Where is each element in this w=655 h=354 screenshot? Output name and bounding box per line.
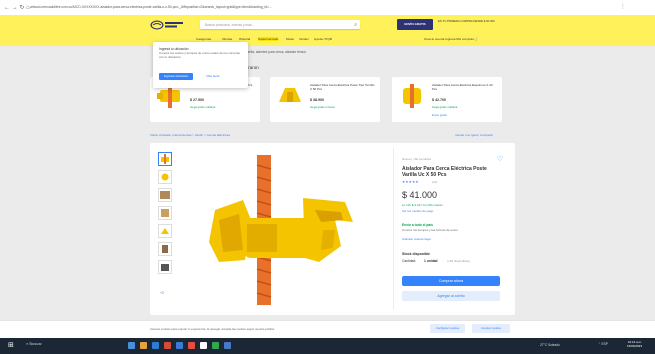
promo-text: EN TU PRIMERA COMPRA DESDE $ 60.000 xyxy=(438,19,495,23)
product-title: Aislador Para Cerca Eléctrica Poste Vari… xyxy=(402,166,487,178)
cookie-banner xyxy=(0,320,655,339)
location-popover: Ingresá tu ubicación Conocé los costos y… xyxy=(153,42,248,88)
search-bar[interactable]: Buscar productos, marcas y más... ⌕ xyxy=(200,20,360,29)
nav-ofertas[interactable]: Ofertas xyxy=(222,37,232,41)
taskbar-search[interactable]: ⌕ Buscar xyxy=(26,341,42,346)
accept-cookies-button[interactable]: Aceptar cookies xyxy=(472,324,510,333)
rec-price: $ 27.900 xyxy=(190,98,204,102)
edge-icon[interactable] xyxy=(152,342,159,349)
rec-card-2[interactable]: Aislador Para Cerca Eléctrica Poste Tipo… xyxy=(270,77,380,122)
favorite-heart-icon[interactable]: ♡ xyxy=(497,155,503,163)
rec-title[interactable]: Aislador Para Cerca Eléctrica Esquinero … xyxy=(432,83,498,92)
browser-toolbar: ← → ↻ ⌂ articulo.mercadolibre.com.co/MCO… xyxy=(0,0,655,16)
search-input[interactable]: Buscar productos, marcas y más... xyxy=(205,23,254,27)
thumbnail[interactable] xyxy=(158,224,172,238)
thumbnail[interactable] xyxy=(158,206,172,220)
chrome-icon[interactable] xyxy=(212,342,219,349)
enter-location-button[interactable]: Ingresar ubicación xyxy=(159,73,193,80)
clock-date: 15/06/2023 xyxy=(627,343,643,348)
windows-start-icon[interactable]: ⊞ xyxy=(8,341,14,349)
app-icon[interactable] xyxy=(164,342,171,349)
nav-vender[interactable]: Vender xyxy=(299,37,309,41)
product-price: $ 41.000 xyxy=(402,190,438,200)
store-icon[interactable] xyxy=(176,342,183,349)
mercadolibre-logo[interactable] xyxy=(150,19,186,31)
account-links[interactable]: Crea tu cuenta Ingresa Mis compras 🛒 xyxy=(424,37,479,41)
rec-shipping: Llega gratis mañana xyxy=(190,105,216,109)
payment-methods-link[interactable]: Ver los medios de pago xyxy=(402,209,433,213)
promo-badge[interactable]: ENVÍO GRATIS xyxy=(397,19,433,30)
breadcrumb[interactable]: Volver al listado | Herramientas > Jardí… xyxy=(150,133,230,137)
rec-product-image xyxy=(403,84,421,108)
rec-shipping: Llega gratis el lunes xyxy=(310,105,335,109)
quantity-selector[interactable]: 1 unidad xyxy=(424,259,438,263)
thumbnail[interactable] xyxy=(158,260,172,274)
nav-moda[interactable]: Moda xyxy=(286,37,294,41)
rec-price: $ 38.900 xyxy=(310,98,324,102)
rec-product-image xyxy=(279,88,301,102)
task-view-icon[interactable] xyxy=(128,342,135,349)
quantity-available: (+50 disponibles) xyxy=(447,259,470,263)
rating-stars[interactable]: ★★★★★ xyxy=(402,180,419,184)
product-main-image[interactable] xyxy=(195,150,375,310)
nav-historial[interactable]: Historial xyxy=(239,37,250,41)
nav-ayuda[interactable]: Ayuda / PQR xyxy=(314,37,332,41)
nav-categorias[interactable]: Categorías xyxy=(196,37,211,41)
mail-icon[interactable] xyxy=(188,342,195,349)
address-bar[interactable]: articulo.mercadolibre.com.co/MCO-XXXXXXX… xyxy=(30,3,590,12)
system-tray[interactable]: ⌃ ESP xyxy=(598,342,608,346)
rec-price: $ 42.700 xyxy=(432,98,446,102)
rec-shipping: Llega gratis mañana xyxy=(432,105,458,109)
nav-supermercado[interactable]: Supermercado xyxy=(258,37,279,41)
add-to-cart-button[interactable]: Agregar al carrito xyxy=(402,291,500,301)
installments: en 12x $ 3.417 con 0% interés xyxy=(402,203,443,207)
configure-cookies-button[interactable]: Configurar cookies xyxy=(430,324,465,333)
thumbnail[interactable] xyxy=(158,188,172,202)
clock[interactable]: 10:14 a.m. 15/06/2023 xyxy=(627,340,643,348)
popover-body: Conocé los costos y tiempos de envío rea… xyxy=(159,51,240,59)
thumbnail[interactable] xyxy=(158,152,172,166)
word-icon[interactable] xyxy=(224,342,231,349)
cookie-text: Usamos cookies para mejorar tu experienc… xyxy=(150,327,275,331)
review-count[interactable]: (12) xyxy=(432,180,437,184)
product-condition: Nuevo | +50 vendidos xyxy=(402,157,432,161)
thumbnail[interactable] xyxy=(158,242,172,256)
calculate-shipping-link[interactable]: Calcular cuándo llega xyxy=(402,237,431,241)
quantity-label: Cantidad: xyxy=(402,259,417,263)
rec-title[interactable]: Aislador Para Cerca Eléctrica Poste Tipo… xyxy=(310,83,376,92)
later-button[interactable]: Más tarde xyxy=(199,73,227,80)
rec-link[interactable]: Envío gratis xyxy=(432,113,447,117)
shipping-title: Envío a todo el país xyxy=(402,223,433,227)
seller-links[interactable]: Vender uno igual | Compartir xyxy=(455,133,493,137)
browser-nav-icons[interactable]: ← → ↻ ⌂ xyxy=(4,4,30,11)
search-icon[interactable]: ⌕ xyxy=(354,22,357,28)
more-images[interactable]: +2 xyxy=(160,291,164,295)
browser-icon[interactable] xyxy=(200,342,207,349)
file-explorer-icon[interactable] xyxy=(140,342,147,349)
thumbnail[interactable] xyxy=(158,170,172,184)
divider xyxy=(393,148,394,310)
buy-now-button[interactable]: Comprar ahora xyxy=(402,276,500,286)
weather-widget[interactable]: 27°C Soleado xyxy=(540,343,560,347)
shipping-detail: Conoce los tiempos y las formas de envío… xyxy=(402,228,459,232)
rec-card-3[interactable]: Aislador Para Cerca Eléctrica Esquinero … xyxy=(392,77,502,122)
browser-menu-icon[interactable]: ⋮ xyxy=(620,3,626,10)
stock-status: Stock disponible xyxy=(402,252,431,256)
